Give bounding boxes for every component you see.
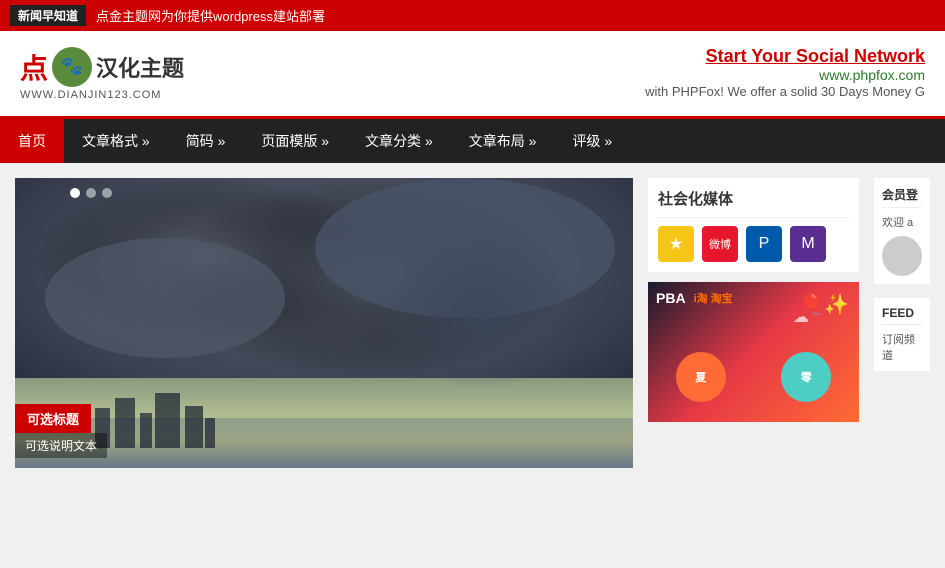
promo-text: 点金主题网为你提供wordpress建站部署 (96, 6, 325, 25)
dot-3[interactable] (102, 188, 112, 198)
social-icon-star[interactable]: ★ (658, 226, 694, 262)
social-icons-row: ★ 微博 P M (658, 226, 849, 262)
dot-1[interactable] (70, 188, 80, 198)
slider-caption: 可选标题 (15, 404, 91, 433)
top-bar: 新闻早知道 点金主题网为你提供wordpress建站部署 (0, 0, 945, 31)
dot-2[interactable] (86, 188, 96, 198)
social-icon-renren[interactable]: P (746, 226, 782, 262)
slider-area: 可选标题 可选说明文本 (15, 178, 633, 468)
ad-circle-summer: 夏 (676, 352, 726, 402)
main-area: 可选标题 可选说明文本 社会化媒体 ★ 微博 P M PBA i淘 淘宝 🎈✨ … (0, 163, 945, 483)
social-network-link[interactable]: Start Your Social Network (645, 46, 925, 67)
nav-item-category[interactable]: 文章分类 » (347, 119, 451, 163)
sidebar-right: 会员登 欢迎 a FEED 订阅频道 (874, 178, 930, 468)
logo-paw-icon: 🐾 (52, 47, 92, 87)
logo-dian: 点 (20, 47, 48, 87)
header: 点 🐾 汉化主题 WWW.DIANJIN123.COM Start Your S… (0, 31, 945, 119)
feed-section: FEED 订阅频道 (874, 298, 930, 371)
header-right: Start Your Social Network www.phpfox.com… (645, 46, 925, 101)
member-avatar (882, 236, 922, 276)
ad-taobao-text: i淘 淘宝 (694, 290, 733, 306)
nav-item-shortcode[interactable]: 简码 » (168, 119, 244, 163)
nav-item-layout[interactable]: 文章布局 » (451, 119, 555, 163)
logo-main: 点 🐾 汉化主题 (20, 47, 184, 87)
social-icon-weibo[interactable]: 微博 (702, 226, 738, 262)
ad-cloud: ☁ (793, 307, 809, 327)
social-media-section: 社会化媒体 ★ 微博 P M (648, 178, 859, 272)
social-title: 社会化媒体 (658, 188, 849, 218)
news-label: 新闻早知道 (10, 5, 86, 26)
member-welcome: 欢迎 a (882, 214, 922, 230)
ad-banner[interactable]: PBA i淘 淘宝 🎈✨ ☁ 夏 零 (648, 282, 859, 422)
ad-pba-text: PBA (656, 290, 686, 306)
member-title: 会员登 (882, 186, 922, 208)
ad-circle-zero: 零 (781, 352, 831, 402)
nav-item-rating[interactable]: 评级 » (554, 119, 630, 163)
logo-hanhua: 汉化主题 (96, 51, 184, 83)
logo-url: WWW.DIANJIN123.COM (20, 89, 161, 101)
feed-title: FEED (882, 306, 922, 325)
nav-item-home[interactable]: 首页 (0, 119, 64, 163)
slider-caption2: 可选说明文本 (15, 433, 107, 458)
slider-image (15, 178, 633, 468)
ad-decoration: 夏 零 (648, 352, 859, 402)
nav-item-page-template[interactable]: 页面模版 » (243, 119, 347, 163)
slider-dots (70, 188, 112, 198)
ad-header: PBA i淘 淘宝 (656, 290, 733, 306)
logo-area: 点 🐾 汉化主题 WWW.DIANJIN123.COM (20, 47, 184, 101)
social-icon-mop[interactable]: M (790, 226, 826, 262)
feed-text: 订阅频道 (882, 331, 922, 363)
nav-bar: 首页 文章格式 » 简码 » 页面模版 » 文章分类 » 文章布局 » 评级 » (0, 119, 945, 163)
right-area: 社会化媒体 ★ 微博 P M PBA i淘 淘宝 🎈✨ ☁ 夏 零 (648, 178, 859, 468)
phpfox-url: www.phpfox.com (645, 67, 925, 83)
nav-item-article-format[interactable]: 文章格式 » (64, 119, 168, 163)
member-section: 会员登 欢迎 a (874, 178, 930, 284)
header-description: with PHPFox! We offer a solid 30 Days Mo… (645, 84, 925, 99)
